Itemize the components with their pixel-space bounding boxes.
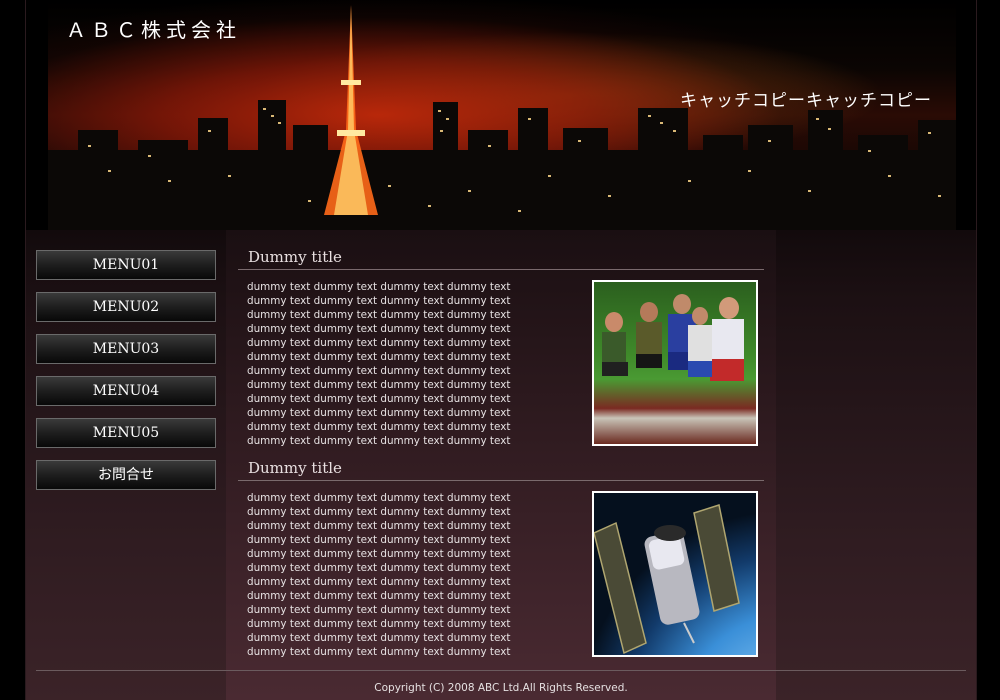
text-line: dummy text dummy text dummy text dummy t…: [247, 435, 511, 447]
text-line: dummy text dummy text dummy text dummy t…: [247, 632, 511, 644]
sidebar-item-menu03[interactable]: MENU03: [36, 334, 216, 364]
text-line: dummy text dummy text dummy text dummy t…: [247, 534, 511, 546]
text-line: dummy text dummy text dummy text dummy t…: [247, 506, 511, 518]
sidebar-menu: MENU01 MENU02 MENU03 MENU04 MENU05 お問合せ: [36, 250, 216, 502]
text-line: dummy text dummy text dummy text dummy t…: [247, 576, 511, 588]
header-banner-image: ＡＢＣ株式会社 キャッチコピーキャッチコピー: [48, 0, 956, 230]
text-line: dummy text dummy text dummy text dummy t…: [247, 618, 511, 630]
sidebar-item-contact[interactable]: お問合せ: [36, 460, 216, 490]
text-line: dummy text dummy text dummy text dummy t…: [247, 520, 511, 532]
runners-illustration: [602, 294, 744, 381]
text-line: dummy text dummy text dummy text dummy t…: [247, 548, 511, 560]
runners-photo: [592, 280, 758, 446]
text-line: dummy text dummy text dummy text dummy t…: [247, 365, 511, 377]
text-line: dummy text dummy text dummy text dummy t…: [247, 337, 511, 349]
text-line: dummy text dummy text dummy text dummy t…: [247, 492, 511, 504]
text-line: dummy text dummy text dummy text dummy t…: [247, 323, 511, 335]
text-line: dummy text dummy text dummy text dummy t…: [247, 393, 511, 405]
text-line: dummy text dummy text dummy text dummy t…: [247, 562, 511, 574]
text-line: dummy text dummy text dummy text dummy t…: [247, 590, 511, 602]
text-line: dummy text dummy text dummy text dummy t…: [247, 646, 511, 658]
company-logo[interactable]: ＡＢＣ株式会社: [66, 14, 241, 43]
text-line: dummy text dummy text dummy text dummy t…: [247, 421, 511, 433]
section-body-text: dummy text dummy text dummy text dummy t…: [247, 280, 577, 448]
text-line: dummy text dummy text dummy text dummy t…: [247, 309, 511, 321]
text-line: dummy text dummy text dummy text dummy t…: [247, 281, 511, 293]
copyright-text: Copyright (C) 2008 ABC Ltd.All Rights Re…: [374, 682, 628, 694]
sidebar-item-menu04[interactable]: MENU04: [36, 376, 216, 406]
section-body-text: dummy text dummy text dummy text dummy t…: [247, 491, 577, 659]
sidebar-item-menu01[interactable]: MENU01: [36, 250, 216, 280]
catch-copy: キャッチコピーキャッチコピー: [680, 91, 932, 111]
satellite-photo: [592, 491, 758, 657]
text-line: dummy text dummy text dummy text dummy t…: [247, 604, 511, 616]
page-container: ＡＢＣ株式会社 キャッチコピーキャッチコピー MENU01 MENU02 MEN…: [25, 0, 977, 700]
text-line: dummy text dummy text dummy text dummy t…: [247, 295, 511, 307]
section-title: Dummy title: [238, 455, 764, 481]
header: ＡＢＣ株式会社 キャッチコピーキャッチコピー: [26, 0, 976, 230]
text-line: dummy text dummy text dummy text dummy t…: [247, 379, 511, 391]
text-line: dummy text dummy text dummy text dummy t…: [247, 351, 511, 363]
sidebar-item-menu05[interactable]: MENU05: [36, 418, 216, 448]
section-title: Dummy title: [238, 244, 764, 270]
text-line: dummy text dummy text dummy text dummy t…: [247, 407, 511, 419]
satellite-illustration: [594, 504, 740, 655]
footer-divider: [36, 670, 966, 671]
sidebar-item-menu02[interactable]: MENU02: [36, 292, 216, 322]
main-content: Dummy title dummy text dummy text dummy …: [226, 230, 776, 700]
